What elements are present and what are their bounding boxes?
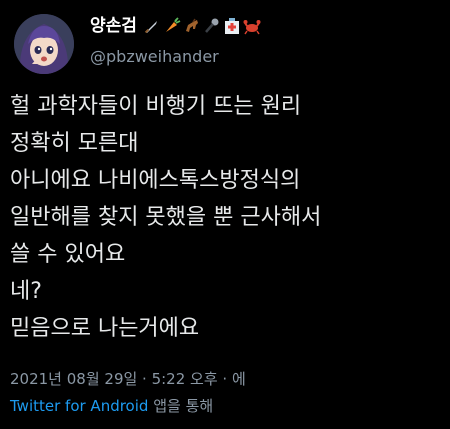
tweet-body-line: 정확히 모른대 bbox=[10, 131, 139, 156]
source-app-link[interactable]: Twitter for Android bbox=[10, 397, 148, 415]
carrot-emoji-icon bbox=[165, 17, 181, 32]
name-row: 양손검 bbox=[90, 14, 261, 38]
tweet-body-line: 아니에요 나비에스톡스방정식의 bbox=[10, 168, 301, 193]
hospital-emoji-icon bbox=[224, 18, 239, 34]
source-suffix: 앱을 통해 bbox=[148, 397, 214, 415]
crab-emoji-icon bbox=[243, 20, 261, 35]
name-emojis bbox=[143, 17, 261, 35]
tweet-body-line: 네? bbox=[10, 279, 42, 304]
anime-girl-avatar-icon bbox=[14, 14, 74, 74]
dagger-emoji-icon bbox=[144, 21, 157, 34]
tweet-body: 헐 과학자들이 비행기 뜨는 원리 정확히 모른대 아니에요 나비에스톡스방정식… bbox=[10, 88, 445, 347]
tweet-body-line: 헐 과학자들이 비행기 뜨는 원리 bbox=[10, 94, 302, 119]
tweet-timestamp[interactable]: 2021년 08월 29일 · 5:22 오후 · 에 bbox=[10, 368, 246, 390]
tweet-body-line: 믿음으로 나는거에요 bbox=[10, 316, 200, 341]
tweet-body-line: 쓸 수 있어요 bbox=[10, 242, 126, 267]
avatar[interactable] bbox=[14, 14, 74, 74]
display-name[interactable]: 양손검 bbox=[90, 14, 137, 38]
horse-emoji-icon bbox=[185, 18, 198, 32]
microphone-emoji-icon bbox=[204, 18, 219, 33]
user-handle[interactable]: @pbzweihander bbox=[90, 46, 219, 68]
tweet-body-line: 일반해를 찾지 못했을 뿐 근사해서 bbox=[10, 205, 322, 230]
tweet-source: Twitter for Android 앱을 통해 bbox=[10, 395, 213, 417]
